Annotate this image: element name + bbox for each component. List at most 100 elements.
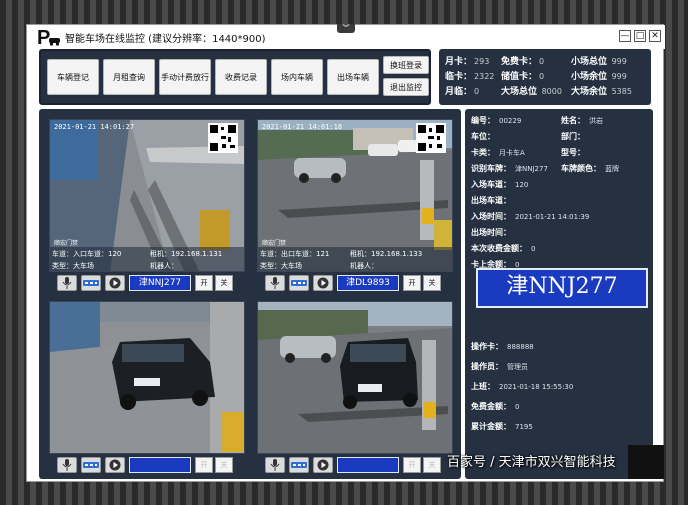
camera-panel-entrance: 2021-01-21 14:01:27 顺宏门禁 车道：入口车道：120 租机：… xyxy=(49,119,245,299)
camera-controls: 开 关 xyxy=(49,456,245,474)
total-amount: 7195 xyxy=(515,423,533,431)
field-label: 卡类： xyxy=(471,148,495,157)
operator-card: 888888 xyxy=(507,343,534,351)
open-gate-button[interactable]: 开 xyxy=(403,275,421,291)
stat-label: 大场余位 xyxy=(571,87,608,97)
stat-label: 月卡： xyxy=(445,57,473,67)
microphone-icon[interactable] xyxy=(265,275,285,291)
camera-feed: 2021-01-21 14:01:27 顺宏门禁 车道：入口车道：120 租机：… xyxy=(49,119,245,272)
close-button[interactable]: ✕ xyxy=(649,30,661,42)
stat-label: 小场总位 xyxy=(571,57,608,67)
field-label: 操作员： xyxy=(471,362,503,371)
vehicles-inside-button[interactable]: 场内车辆 xyxy=(271,59,323,95)
field-label: 姓名： xyxy=(561,116,585,125)
qr-code-icon xyxy=(416,123,446,153)
recognized-plate-value: 津NNJ277 xyxy=(515,165,548,173)
recognized-plate xyxy=(337,457,399,473)
field-label: 出场时间： xyxy=(471,228,511,237)
lane-info: 车道：出口车道：121 xyxy=(260,250,330,258)
barrier-icon[interactable] xyxy=(289,457,309,473)
monthly-temp-count: 0 xyxy=(474,87,480,96)
watermark-text: 百家号 / 天津市双兴智能科技 xyxy=(447,455,616,470)
monthly-query-button[interactable]: 月租查询 xyxy=(103,59,155,95)
toolbar: 车辆登记 月租查询 手动计费放行 收费记录 场内车辆 出场车辆 换班登录 退出监… xyxy=(39,49,431,105)
free-amount: 0 xyxy=(515,403,520,411)
small-lot-total: 999 xyxy=(611,57,627,66)
temp-card-count: 2322 xyxy=(474,72,495,81)
camera-info: 车道：入口车道：120 租机：192.168.1.131 类型：大车场 机器人： xyxy=(50,247,244,271)
barrier-icon[interactable] xyxy=(81,457,101,473)
small-lot-free: 999 xyxy=(611,72,627,81)
microphone-icon[interactable] xyxy=(265,457,285,473)
camera-brand: 顺宏门禁 xyxy=(262,240,287,247)
recognized-plate xyxy=(129,457,191,473)
open-gate-button[interactable]: 开 xyxy=(195,275,213,291)
lane-info: 车道：入口车道：120 xyxy=(52,250,122,258)
close-gate-button[interactable]: 关 xyxy=(423,457,441,473)
charge-records-button[interactable]: 收费记录 xyxy=(215,59,267,95)
watermark-box xyxy=(628,445,664,479)
camera-brand: 顺宏门禁 xyxy=(54,240,79,247)
open-gate-button[interactable]: 开 xyxy=(403,457,421,473)
qr-code-icon xyxy=(208,123,238,153)
collapse-toggle-icon[interactable]: ︾ xyxy=(337,24,355,33)
operator-name: 管理员 xyxy=(507,363,528,371)
camera-controls: 开 关 xyxy=(257,456,453,474)
camera-panel-exit: 2021-01-21 14:01:18 顺宏门禁 车道：出口车道：121 租机：… xyxy=(257,119,453,299)
field-label: 识别车牌： xyxy=(471,164,511,173)
parking-logo-icon: P xyxy=(37,27,60,48)
field-label: 累计金额： xyxy=(471,422,511,431)
field-label: 免费金额： xyxy=(471,402,511,411)
title-bar: P 智能车场在线监控 (建议分辨率：1440*900) ︾ — □ ✕ xyxy=(27,24,665,49)
manual-charge-release-button[interactable]: 手动计费放行 xyxy=(159,59,211,95)
exit-monitor-button[interactable]: 退出监控 xyxy=(383,78,429,96)
play-icon[interactable] xyxy=(105,457,125,473)
play-icon[interactable] xyxy=(313,275,333,291)
stat-label: 大场总位 xyxy=(501,87,538,97)
stat-label: 小场余位 xyxy=(571,72,608,82)
maximize-button[interactable]: □ xyxy=(634,30,646,42)
field-label: 型号： xyxy=(561,148,585,157)
camera-controls: 津NNJ277 开 关 xyxy=(49,274,245,292)
barrier-icon[interactable] xyxy=(81,275,101,291)
field-label: 操作卡： xyxy=(471,342,503,351)
main-window: P 智能车场在线监控 (建议分辨率：1440*900) ︾ — □ ✕ 车辆登记… xyxy=(26,24,665,482)
play-icon[interactable] xyxy=(313,457,333,473)
card-type: 月卡车A xyxy=(499,149,525,157)
field-label: 入场车道： xyxy=(471,180,511,189)
field-label: 编号： xyxy=(471,116,495,125)
microphone-icon[interactable] xyxy=(57,457,77,473)
vehicle-register-button[interactable]: 车辆登记 xyxy=(47,59,99,95)
barrier-icon[interactable] xyxy=(289,275,309,291)
open-gate-button[interactable]: 开 xyxy=(195,457,213,473)
vehicles-exited-button[interactable]: 出场车辆 xyxy=(327,59,379,95)
stored-card-count: 0 xyxy=(539,72,545,81)
robot-info: 机器人： xyxy=(150,262,178,270)
svg-text:P: P xyxy=(37,27,50,48)
microphone-icon[interactable] xyxy=(57,275,77,291)
stat-label: 月临： xyxy=(445,87,473,97)
close-gate-button[interactable]: 关 xyxy=(215,275,233,291)
camera-feed: 2021-01-21 14:01:18 顺宏门禁 车道：出口车道：121 租机：… xyxy=(257,119,453,272)
field-label: 车牌颜色： xyxy=(561,164,601,173)
window-title: 智能车场在线监控 (建议分辨率：1440*900) xyxy=(65,34,266,45)
entry-lane: 120 xyxy=(515,181,529,189)
close-gate-button[interactable]: 关 xyxy=(215,457,233,473)
field-label: 上班： xyxy=(471,382,495,391)
recognized-plate: 津NNJ277 xyxy=(129,275,191,291)
stat-label: 临卡： xyxy=(445,72,473,82)
charge-amount: 0 xyxy=(531,245,536,253)
close-gate-button[interactable]: 关 xyxy=(423,275,441,291)
camera-scene-image xyxy=(50,302,244,453)
play-icon[interactable] xyxy=(105,275,125,291)
camera-feed xyxy=(49,301,245,454)
stat-label: 免费卡： xyxy=(501,57,538,67)
shift-login-button[interactable]: 换班登录 xyxy=(383,56,429,74)
camera-feed xyxy=(257,301,453,454)
minimize-button[interactable]: — xyxy=(619,30,631,42)
card-number: 00229 xyxy=(499,117,522,125)
camera-info: 车道：出口车道：121 租机：192.168.1.133 类型：大车场 机器人： xyxy=(258,247,452,271)
plate-color: 蓝牌 xyxy=(605,165,619,173)
camera-panel-3: 开 关 xyxy=(49,301,245,481)
entry-time: 2021-01-21 14:01:39 xyxy=(515,213,590,221)
